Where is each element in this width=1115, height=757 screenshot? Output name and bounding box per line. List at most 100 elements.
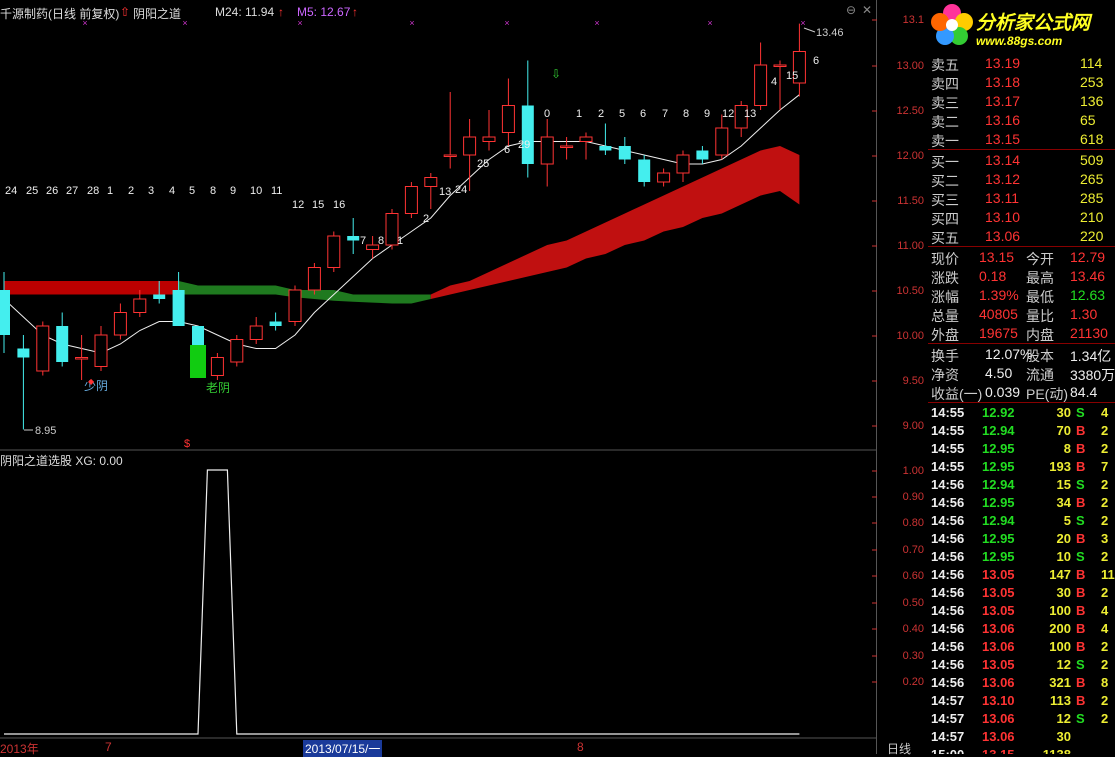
- x-axis-month-8: 8: [577, 740, 584, 754]
- candle-body-down: [638, 159, 651, 182]
- stat-row: 涨跌 0.18 最高 13.46: [931, 268, 1106, 286]
- day-count-label: 25: [26, 185, 38, 197]
- candle-body-up: [773, 64, 787, 67]
- top-x-marker: ×: [800, 18, 805, 28]
- trade-tick-row: 14:55 12.95 193 B 7: [931, 459, 1109, 474]
- candle-body-down: [0, 290, 10, 335]
- separator: [928, 246, 1115, 247]
- day-count-label: 29: [518, 139, 530, 151]
- day-count-label: 0: [544, 108, 550, 120]
- sub-tick: 0.40: [902, 623, 924, 635]
- period-label[interactable]: 日线: [887, 740, 911, 757]
- top-x-marker: ×: [297, 18, 302, 28]
- x-axis-year: 2013年: [0, 742, 39, 756]
- day-count-label: 6: [813, 55, 819, 67]
- trade-tick-row: 14:57 13.10 113 B 2: [931, 693, 1109, 708]
- price-tick: 12.50: [896, 105, 924, 117]
- candle-body-up: [579, 136, 593, 142]
- trade-tick-row: 14:56 13.06 321 B 8: [931, 675, 1109, 690]
- price-tick: 11.50: [897, 195, 924, 207]
- day-count-label: 1: [576, 108, 582, 120]
- trade-tick-row: 14:56 13.05 147 B 11: [931, 567, 1115, 582]
- trade-tick-row: 14:55 12.94 70 B 2: [931, 423, 1109, 438]
- chart-area[interactable]: × × × × × × × × 24 25 26 27 28 1 2 3 4 5 8 9 10 11 12 15 16 0 1 2 5 6…: [0, 0, 877, 757]
- trade-tick-row: 14:56 12.94 5 S 2: [931, 513, 1109, 528]
- xg-signal-line: [4, 469, 800, 735]
- candle-body-down: [618, 146, 631, 160]
- price-tick: 12.00: [896, 150, 924, 162]
- flower-logo-icon: [931, 4, 973, 45]
- candle-body-up: [249, 325, 263, 340]
- lao-yin-marker: [190, 345, 206, 378]
- candle-body-up: [113, 312, 127, 336]
- trade-tick-row: 14:56 12.95 34 B 2: [931, 495, 1109, 510]
- candle-body-up: [657, 172, 671, 183]
- separator: [928, 149, 1115, 150]
- signal-diamond-icon: ◆: [88, 377, 95, 386]
- trade-tick-row: 14:56 13.05 12 S 2: [931, 657, 1109, 672]
- day-count-label: 7: [360, 235, 366, 247]
- logo-text: 分析家公式网: [976, 13, 1091, 34]
- candle-body-up: [715, 127, 729, 156]
- stat-row: 总量 40805 量比 1.30: [931, 306, 1098, 324]
- day-count-label: 24: [455, 184, 467, 196]
- day-count-label: 8: [378, 235, 384, 247]
- day-count-label: 3: [148, 185, 154, 197]
- day-count-label: 1: [397, 235, 403, 247]
- ask-row: 卖四 13.18 253: [931, 74, 1104, 92]
- close-window-icon[interactable]: ✕: [862, 3, 872, 17]
- day-count-label: 6: [504, 144, 510, 156]
- indicator-title: 阴阳之道: [133, 7, 182, 21]
- day-count-label: 12: [292, 199, 304, 211]
- trade-tick-row: 14:56 13.06 100 B 2: [931, 639, 1109, 654]
- candle-body-up: [482, 136, 496, 142]
- candle-body-up: [133, 298, 147, 313]
- up-arrow-icon: ⇧: [120, 5, 131, 19]
- candle-body-up: [501, 105, 515, 133]
- price-tick: 11.00: [897, 240, 924, 252]
- logo: 分析家公式网 www.88gs.com: [928, 0, 1115, 52]
- sub-indicator-title: 阴阳之道选股 XG: 0.00: [0, 454, 123, 468]
- day-count-label: 7: [662, 108, 668, 120]
- candle-body-down: [172, 290, 185, 326]
- trade-tick-row: 14:57 13.06 12 S 2: [931, 711, 1109, 726]
- ma5-label: M5: 12.67: [297, 5, 351, 19]
- logo-url: www.88gs.com: [976, 34, 1063, 48]
- candle-body-up: [210, 357, 224, 376]
- lao-yin-label: 老阴: [206, 381, 230, 395]
- stat-row: 外盘 19675 内盘 21130: [931, 325, 1108, 343]
- candle-body-up: [463, 136, 477, 156]
- candle-body-up: [404, 186, 418, 214]
- stat-row: 现价 13.15 今开 12.79: [931, 249, 1106, 267]
- yin-yang-band-red: [4, 281, 179, 295]
- stat-row: 净资 4.50 流通 3380万: [931, 365, 1115, 383]
- candle-body-up: [560, 145, 574, 148]
- candle-body-up: [75, 357, 89, 360]
- bid-row: 买二 13.12 265: [931, 171, 1104, 189]
- day-count-label: 9: [230, 185, 236, 197]
- candle-body-up: [94, 334, 108, 367]
- high-price-marker: 13.46: [816, 27, 844, 39]
- candle-body-down: [347, 236, 360, 241]
- day-count-label: 15: [786, 70, 798, 82]
- candle-body-down: [56, 326, 69, 362]
- day-count-label: 24: [5, 185, 17, 197]
- bid-row: 买四 13.10 210: [931, 209, 1104, 227]
- trade-tick-row: 15:0013.151138: [928, 746, 1115, 754]
- candlestick-chart[interactable]: × × × × × × × ×24 25 26 27 28 1 2 3 4 5 8 9 10 1112 15 160 1 2 5 6…: [0, 0, 877, 754]
- stat-row: 涨幅 1.39% 最低 12.63: [931, 287, 1106, 305]
- candle-body-up: [36, 325, 50, 372]
- sub-tick: 0.80: [902, 517, 924, 529]
- day-count-label: 6: [640, 108, 646, 120]
- trade-tick-row: 14:56 12.94 15 S 2: [931, 477, 1109, 492]
- restore-window-icon[interactable]: ⊖: [846, 3, 856, 17]
- day-count-label: 11: [271, 185, 282, 197]
- candle-body-down: [269, 321, 282, 326]
- price-axis: 13.1 13.00 12.50 12.00 11.50 11.00 10.50…: [877, 0, 928, 757]
- bid-row: 买五 13.06 220: [931, 228, 1104, 246]
- quote-panel: 分析家公式网 www.88gs.com 卖五 13.19 114 卖四 13.18 253…: [928, 0, 1115, 754]
- sub-tick: 0.50: [902, 597, 924, 609]
- low-price-marker: 8.95: [35, 425, 56, 437]
- price-tick: 9.00: [902, 420, 924, 432]
- trade-tick-row: 14:56 12.95 20 B 3: [931, 531, 1109, 546]
